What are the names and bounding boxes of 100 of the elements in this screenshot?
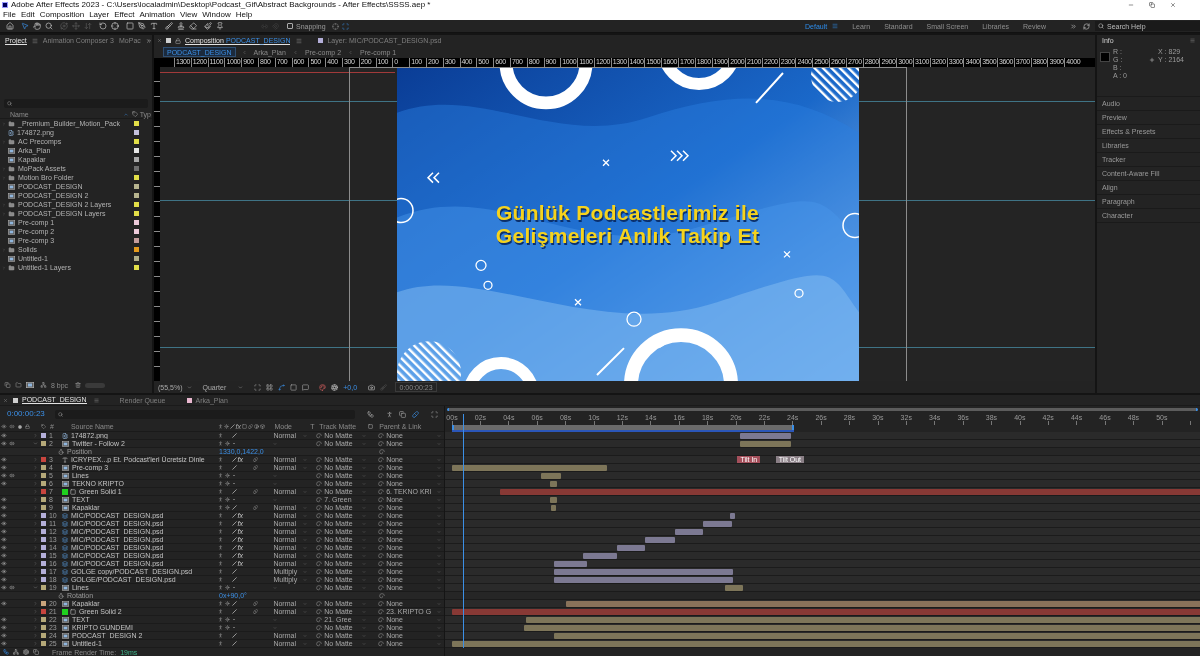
label-swatch-icon[interactable]	[41, 529, 47, 534]
double-chevron-icon[interactable]	[145, 37, 152, 44]
eye-icon[interactable]	[1, 481, 7, 486]
label-swatch-icon[interactable]	[134, 157, 139, 162]
aperture-icon[interactable]	[23, 649, 29, 655]
eye-icon[interactable]	[1, 633, 7, 638]
figure-icon[interactable]	[218, 585, 224, 590]
figure-icon[interactable]	[218, 433, 224, 438]
layer-bar[interactable]	[541, 473, 562, 479]
lock-icon[interactable]	[175, 37, 181, 44]
sun-icon[interactable]	[225, 481, 231, 486]
figure-icon[interactable]	[218, 641, 224, 646]
figure-icon[interactable]	[218, 569, 224, 574]
menu-item[interactable]: Layer	[89, 10, 110, 19]
label-swatch-icon[interactable]	[134, 193, 139, 198]
label-swatch-icon[interactable]	[41, 481, 47, 486]
menu-item[interactable]: File	[3, 10, 16, 19]
sync-icon[interactable]	[1083, 22, 1090, 30]
label-swatch-icon[interactable]	[134, 229, 139, 234]
label-swatch-icon[interactable]	[41, 641, 47, 646]
eye-icon[interactable]	[1, 521, 7, 526]
label-swatch-icon[interactable]	[41, 505, 47, 510]
figure-icon[interactable]	[218, 505, 224, 510]
eye-icon[interactable]	[1, 617, 7, 622]
move-icon[interactable]	[72, 22, 80, 30]
label-swatch-icon[interactable]	[41, 537, 47, 542]
slash-icon[interactable]	[231, 489, 237, 494]
up-down-arrows-icon[interactable]	[84, 22, 92, 30]
menu-icon[interactable]	[93, 397, 99, 403]
rotate-icon[interactable]	[99, 22, 107, 30]
speaker-icon[interactable]	[8, 441, 15, 446]
figure-icon[interactable]	[218, 625, 224, 630]
figure-icon[interactable]	[218, 609, 224, 614]
label-swatch-icon[interactable]	[134, 220, 139, 225]
camera-icon[interactable]	[368, 383, 376, 391]
eye-icon[interactable]	[1, 441, 7, 446]
layer-bar[interactable]	[582, 553, 617, 559]
figure-icon[interactable]	[218, 553, 224, 558]
label-swatch-icon[interactable]	[134, 265, 139, 270]
restore-icon[interactable]	[1149, 1, 1155, 8]
eye-icon[interactable]	[1, 513, 7, 518]
pill-icon[interactable]	[253, 457, 259, 462]
figure-icon[interactable]	[218, 617, 224, 622]
menu-item[interactable]: Edit	[20, 10, 35, 19]
eye-icon[interactable]	[1, 577, 7, 582]
eye-icon[interactable]	[1, 585, 7, 590]
label-swatch-icon[interactable]	[134, 130, 139, 135]
copy-icon[interactable]	[399, 410, 406, 418]
layer-bar[interactable]	[724, 585, 744, 591]
eraser-icon[interactable]	[189, 22, 197, 30]
aperture-icon[interactable]	[331, 383, 339, 391]
label-swatch-icon[interactable]	[41, 633, 47, 638]
stamp-icon[interactable]	[177, 22, 185, 30]
pill-icon[interactable]	[253, 601, 259, 606]
snapping-checkbox[interactable]	[287, 23, 293, 29]
home-icon[interactable]	[6, 22, 14, 30]
label-swatch-icon[interactable]	[134, 238, 139, 243]
sun-icon[interactable]	[225, 497, 231, 502]
flowchart-icon[interactable]	[3, 649, 9, 655]
double-chevron-icon[interactable]	[1070, 22, 1077, 30]
copy-icon[interactable]	[4, 382, 11, 388]
eye-icon[interactable]	[1, 465, 7, 470]
label-swatch-icon[interactable]	[134, 247, 139, 252]
eye-icon[interactable]	[1, 569, 7, 574]
menu-item[interactable]: Composition	[39, 10, 85, 19]
sun-icon[interactable]	[225, 601, 231, 606]
figure-icon[interactable]	[218, 561, 224, 566]
layer-bar[interactable]	[616, 545, 646, 551]
figure-icon[interactable]	[218, 529, 224, 534]
label-swatch-icon[interactable]	[41, 489, 47, 494]
label-swatch-icon[interactable]	[134, 175, 139, 180]
label-swatch-icon[interactable]	[41, 609, 47, 614]
figure-icon[interactable]	[218, 513, 224, 518]
label-swatch-icon[interactable]	[41, 457, 47, 462]
layer-bar[interactable]	[549, 497, 558, 503]
sun-icon[interactable]	[225, 585, 231, 590]
speech-bubble-icon[interactable]	[302, 383, 310, 391]
label-swatch-icon[interactable]	[41, 577, 47, 582]
menu-icon[interactable]	[31, 37, 38, 44]
magnifier-icon[interactable]	[45, 22, 53, 30]
speaker-icon[interactable]	[8, 473, 15, 478]
menu-item[interactable]: Effect	[114, 10, 135, 19]
menu-icon[interactable]	[296, 37, 303, 44]
label-swatch-icon[interactable]	[134, 148, 139, 153]
eye-icon[interactable]	[1, 473, 7, 478]
label-swatch-icon[interactable]	[41, 569, 47, 574]
sun-icon[interactable]	[225, 625, 231, 630]
figure-icon[interactable]	[218, 577, 224, 582]
label-swatch-icon[interactable]	[134, 211, 139, 216]
eye-icon[interactable]	[1, 545, 7, 550]
minimize-icon[interactable]	[1128, 1, 1134, 8]
label-swatch-icon[interactable]	[41, 601, 47, 606]
label-swatch-icon[interactable]	[134, 184, 139, 189]
layer-search-field[interactable]	[55, 409, 355, 419]
paintbrush-icon[interactable]	[204, 22, 212, 30]
label-swatch-icon[interactable]	[134, 202, 139, 207]
label-swatch-icon[interactable]	[134, 256, 139, 261]
pill-icon[interactable]	[412, 410, 419, 418]
eye-icon[interactable]	[1, 505, 7, 510]
menu-item[interactable]: Help	[235, 10, 253, 19]
